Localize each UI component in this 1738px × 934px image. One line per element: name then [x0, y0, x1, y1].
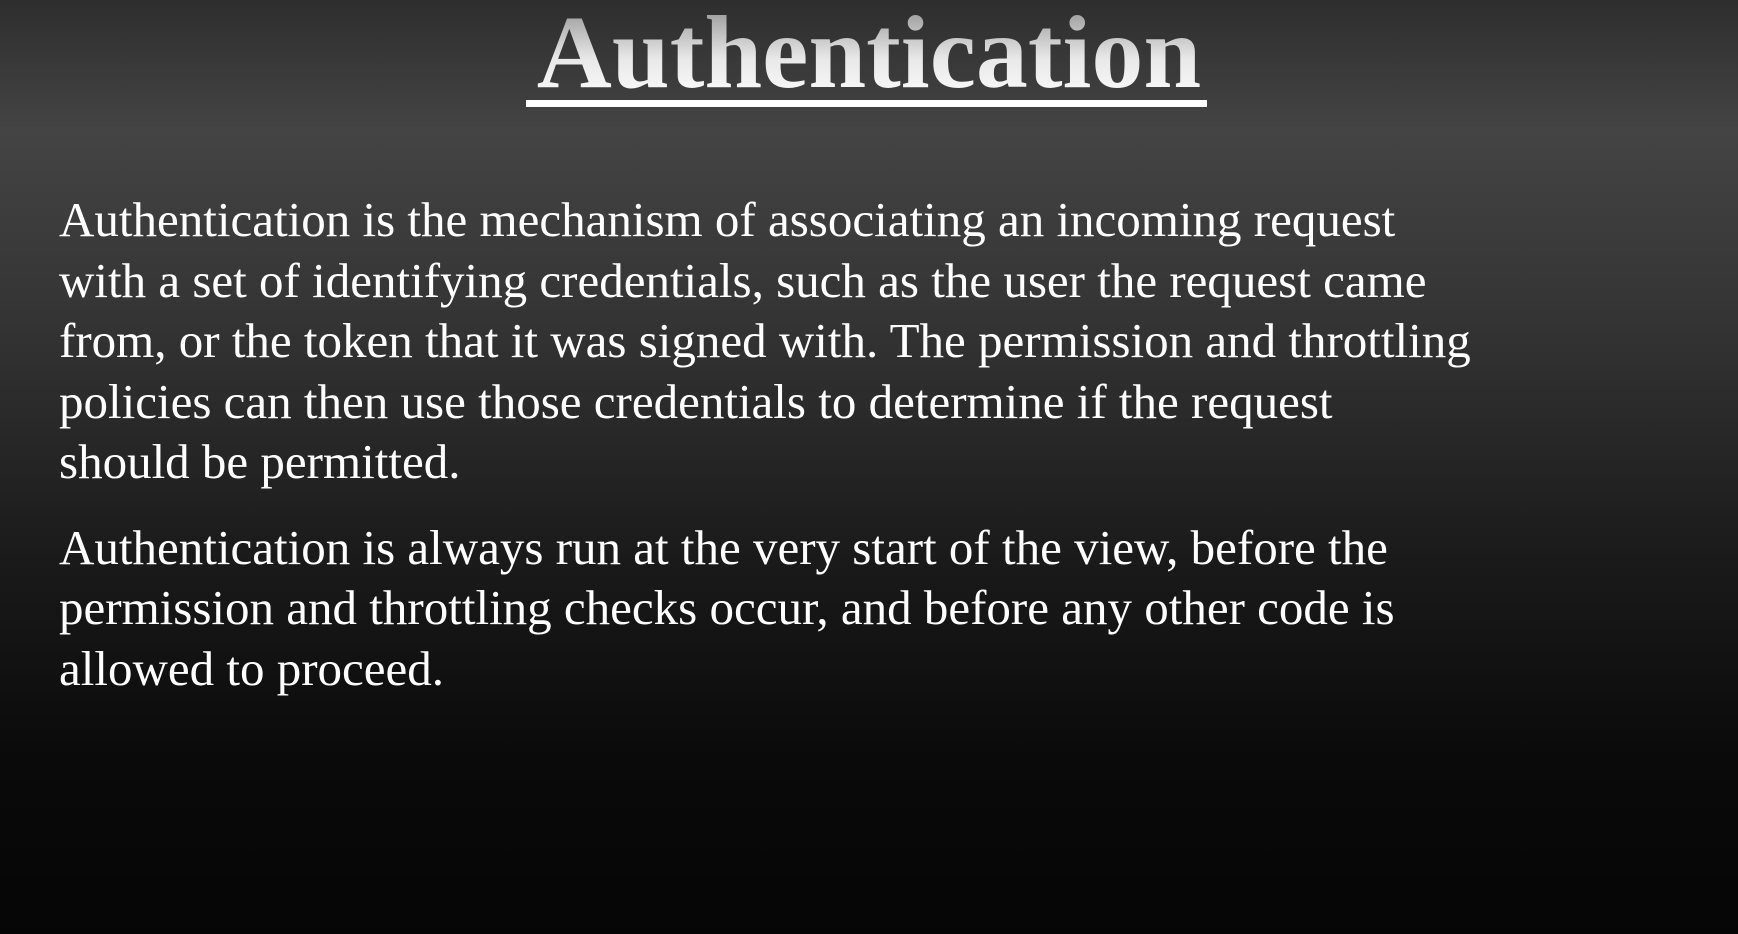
slide-title: Authentication	[0, 0, 1738, 108]
paragraph-definition: Authentication is the mechanism of assoc…	[59, 192, 1471, 489]
slide-body: Authentication is the mechanism of assoc…	[59, 190, 1719, 724]
title-underline	[526, 100, 1207, 107]
paragraph-execution-order: Authentication is always run at the very…	[59, 519, 1395, 696]
